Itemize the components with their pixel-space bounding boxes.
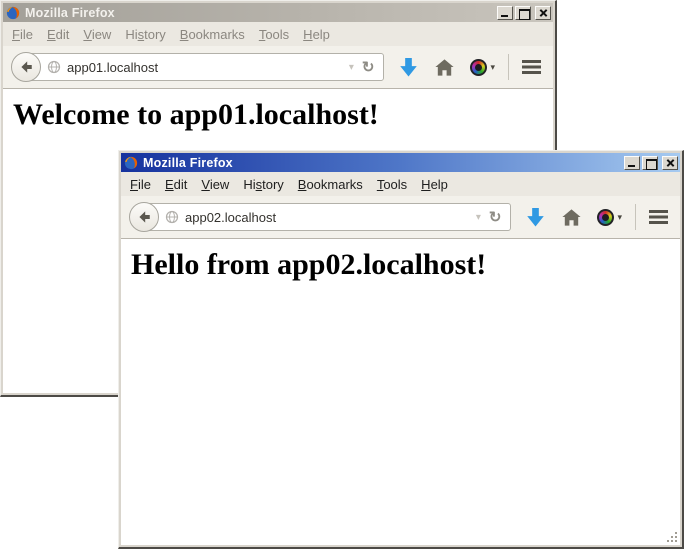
maximize-button[interactable] — [515, 6, 531, 20]
firefox-window-app02: Mozilla Firefox File Edit View History B… — [118, 150, 684, 549]
desktop: Mozilla Firefox File Edit View History B… — [0, 0, 688, 551]
addon-button[interactable]: ▾ — [470, 59, 495, 76]
urlbar-dropdown-icon[interactable]: ▾ — [470, 212, 487, 223]
navigation-toolbar: app01.localhost ▾ ↻ ▾ — [3, 46, 553, 89]
url-input[interactable]: app02.localhost — [185, 210, 276, 225]
minimize-button[interactable] — [497, 6, 513, 20]
close-button[interactable] — [662, 156, 678, 170]
url-input[interactable]: app01.localhost — [67, 60, 158, 75]
globe-icon — [47, 60, 61, 74]
titlebar[interactable]: Mozilla Firefox — [121, 153, 680, 172]
urlbar-dropdown-icon[interactable]: ▾ — [343, 62, 360, 73]
window-controls — [622, 156, 678, 170]
titlebar[interactable]: Mozilla Firefox — [3, 3, 553, 22]
chevron-down-icon: ▾ — [617, 212, 622, 223]
menu-tools[interactable]: Tools — [377, 177, 407, 192]
reload-icon[interactable]: ↻ — [360, 58, 377, 76]
window-controls — [495, 6, 551, 20]
back-button[interactable] — [129, 202, 159, 232]
menu-edit[interactable]: Edit — [47, 27, 69, 42]
menu-bar: File Edit View History Bookmarks Tools H… — [121, 172, 680, 196]
navigation-toolbar: app02.localhost ▾ ↻ ▾ — [121, 196, 680, 239]
addon-button[interactable]: ▾ — [597, 209, 622, 226]
maximize-button[interactable] — [642, 156, 658, 170]
downloads-button[interactable] — [399, 57, 418, 78]
page-heading: Hello from app02.localhost! — [131, 248, 680, 282]
close-button[interactable] — [535, 6, 551, 20]
menu-history[interactable]: History — [125, 27, 165, 42]
menu-help[interactable]: Help — [303, 27, 330, 42]
chevron-down-icon: ▾ — [490, 62, 495, 73]
menu-button[interactable] — [522, 60, 541, 74]
toolbar-separator — [508, 54, 509, 80]
globe-icon — [165, 210, 179, 224]
home-button[interactable] — [435, 59, 454, 76]
menu-file[interactable]: File — [130, 177, 151, 192]
menu-button[interactable] — [649, 210, 668, 224]
menu-file[interactable]: File — [12, 27, 33, 42]
window-title: Mozilla Firefox — [143, 156, 233, 170]
menu-bookmarks[interactable]: Bookmarks — [180, 27, 245, 42]
firefox-logo-icon — [124, 156, 138, 170]
color-wheel-icon — [597, 209, 614, 226]
firefox-logo-icon — [6, 6, 20, 20]
menu-bar: File Edit View History Bookmarks Tools H… — [3, 22, 553, 46]
window-title: Mozilla Firefox — [25, 6, 115, 20]
hamburger-icon — [522, 60, 541, 74]
page-content: Hello from app02.localhost! — [121, 239, 680, 545]
menu-view[interactable]: View — [201, 177, 229, 192]
resize-grip[interactable] — [666, 531, 679, 544]
menu-view[interactable]: View — [83, 27, 111, 42]
minimize-button[interactable] — [624, 156, 640, 170]
url-bar[interactable]: app01.localhost ▾ ↻ — [25, 53, 384, 81]
url-bar[interactable]: app02.localhost ▾ ↻ — [143, 203, 511, 231]
reload-icon[interactable]: ↻ — [487, 208, 504, 226]
downloads-button[interactable] — [526, 207, 545, 228]
menu-bookmarks[interactable]: Bookmarks — [298, 177, 363, 192]
menu-tools[interactable]: Tools — [259, 27, 289, 42]
menu-history[interactable]: History — [243, 177, 283, 192]
back-icon — [19, 60, 34, 74]
menu-edit[interactable]: Edit — [165, 177, 187, 192]
menu-help[interactable]: Help — [421, 177, 448, 192]
home-button[interactable] — [562, 209, 581, 226]
hamburger-icon — [649, 210, 668, 224]
page-heading: Welcome to app01.localhost! — [13, 98, 553, 132]
color-wheel-icon — [470, 59, 487, 76]
back-icon — [137, 210, 152, 224]
back-button[interactable] — [11, 52, 41, 82]
toolbar-separator — [635, 204, 636, 230]
